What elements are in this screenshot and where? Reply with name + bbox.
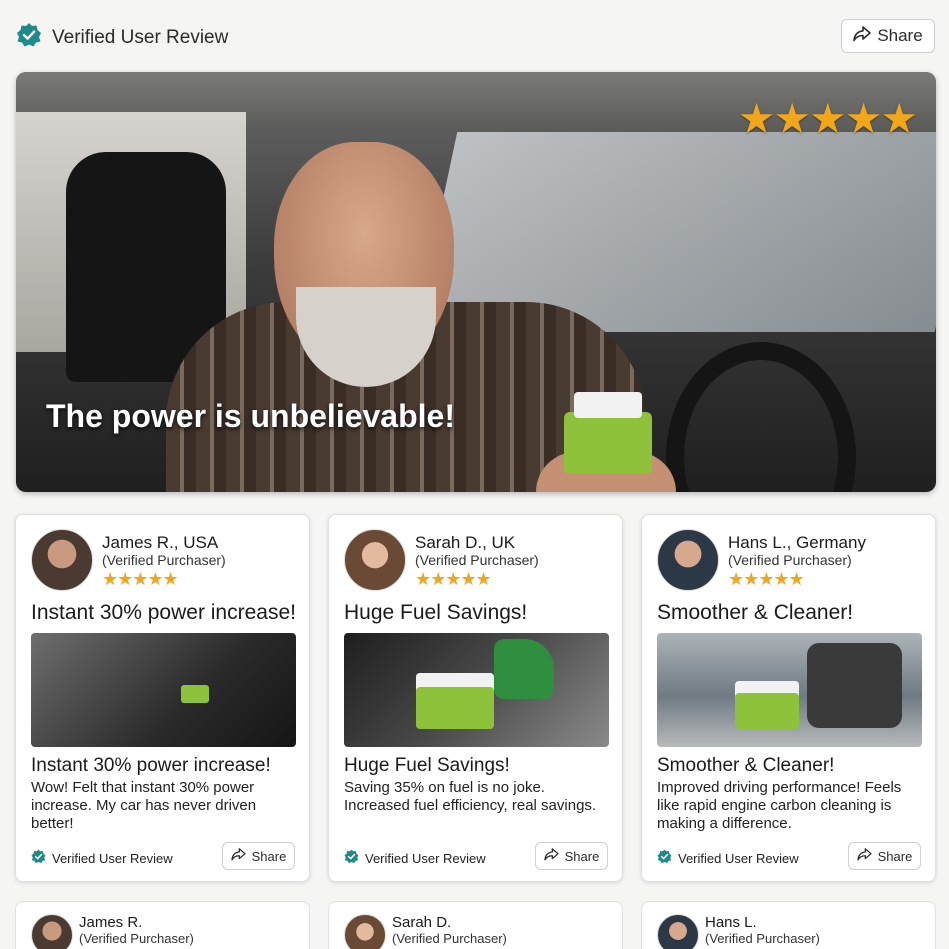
verified-label: Verified User Review bbox=[365, 850, 486, 866]
share-arrow-icon bbox=[853, 25, 872, 47]
share-arrow-icon bbox=[543, 848, 559, 864]
reviewer-name: Sarah D. bbox=[392, 914, 452, 931]
verified-badge-icon bbox=[16, 22, 42, 53]
avatar bbox=[657, 529, 719, 591]
steering-wheel bbox=[666, 342, 856, 492]
hero-caption: The power is unbelievable! bbox=[46, 398, 455, 434]
verified-footer: Verified User Review bbox=[31, 849, 173, 867]
reviewer-name: Hans L. bbox=[705, 914, 757, 931]
review-body: Improved driving performance! Feels like… bbox=[657, 779, 902, 832]
hero-star-rating: ★★★★★ bbox=[737, 95, 918, 142]
review-body: Wow! Felt that instant 30% power increas… bbox=[31, 779, 257, 832]
review-headline: Smoother & Cleaner! bbox=[657, 601, 854, 624]
reviewer-status: (Verified Purchaser) bbox=[79, 931, 194, 946]
verified-footer: Verified User Review bbox=[344, 849, 486, 867]
review-headline: Instant 30% power increase! bbox=[31, 601, 296, 624]
star-rating: ★★★★★ bbox=[728, 569, 805, 589]
verified-label: Verified User Review bbox=[678, 850, 799, 866]
verified-badge-icon bbox=[31, 849, 46, 867]
avatar bbox=[31, 529, 93, 591]
share-label: Share bbox=[877, 848, 913, 864]
review-title: Smoother & Cleaner! bbox=[657, 755, 835, 776]
page-title: Verified User Review bbox=[52, 26, 229, 48]
avatar bbox=[657, 914, 699, 949]
reviewer-status: (Verified Purchaser) bbox=[705, 931, 820, 946]
reviewer-status: (Verified Purchaser) bbox=[102, 552, 226, 568]
verified-label: Verified User Review bbox=[52, 850, 173, 866]
reviewer-name: Hans L., Germany bbox=[728, 533, 866, 552]
reviewer-status: (Verified Purchaser) bbox=[728, 552, 852, 568]
reviewer-name: Sarah D., UK bbox=[415, 533, 516, 552]
reviewer-status: (Verified Purchaser) bbox=[415, 552, 539, 568]
review-card: Hans L., Germany (Verified Purchaser) ★★… bbox=[641, 514, 936, 882]
share-arrow-icon bbox=[856, 848, 872, 864]
avatar bbox=[344, 529, 406, 591]
obd-device-image bbox=[564, 392, 652, 474]
review-card-partial: James R. (Verified Purchaser) bbox=[15, 901, 310, 949]
review-photo bbox=[344, 633, 609, 747]
verified-footer: Verified User Review bbox=[657, 849, 799, 867]
share-button[interactable]: Share bbox=[535, 842, 608, 870]
verified-review-heading: Verified User Review bbox=[16, 22, 228, 53]
verified-badge-icon bbox=[657, 849, 672, 867]
share-label: Share bbox=[877, 26, 923, 45]
share-arrow-icon bbox=[230, 848, 246, 864]
review-photo bbox=[31, 633, 296, 747]
reviewer-name: James R. bbox=[79, 914, 143, 931]
star-rating: ★★★★★ bbox=[415, 569, 492, 589]
reviewer-status: (Verified Purchaser) bbox=[392, 931, 507, 946]
review-card-partial: Sarah D. (Verified Purchaser) bbox=[328, 901, 623, 949]
review-title: Huge Fuel Savings! bbox=[344, 755, 510, 776]
share-label: Share bbox=[564, 848, 600, 864]
avatar bbox=[31, 914, 73, 949]
header-share-button[interactable]: Share bbox=[841, 19, 935, 53]
share-button[interactable]: Share bbox=[848, 842, 921, 870]
share-button[interactable]: Share bbox=[222, 842, 295, 870]
share-label: Share bbox=[251, 848, 287, 864]
review-title: Instant 30% power increase! bbox=[31, 755, 271, 776]
page-header: Verified User Review Share bbox=[0, 0, 949, 72]
star-rating: ★★★★★ bbox=[102, 569, 179, 589]
review-body: Saving 35% on fuel is no joke. Increased… bbox=[344, 779, 597, 814]
review-card: Sarah D., UK (Verified Purchaser) ★★★★★ … bbox=[328, 514, 623, 882]
verified-badge-icon bbox=[344, 849, 359, 867]
reviewer-name: James R., USA bbox=[102, 533, 219, 552]
review-card-partial: Hans L. (Verified Purchaser) bbox=[641, 901, 936, 949]
avatar bbox=[344, 914, 386, 949]
review-card: James R., USA (Verified Purchaser) ★★★★★… bbox=[15, 514, 310, 882]
hero-review-image: ★★★★★ The power is unbelievable! bbox=[16, 72, 936, 492]
review-headline: Huge Fuel Savings! bbox=[344, 601, 528, 624]
review-photo bbox=[657, 633, 922, 747]
